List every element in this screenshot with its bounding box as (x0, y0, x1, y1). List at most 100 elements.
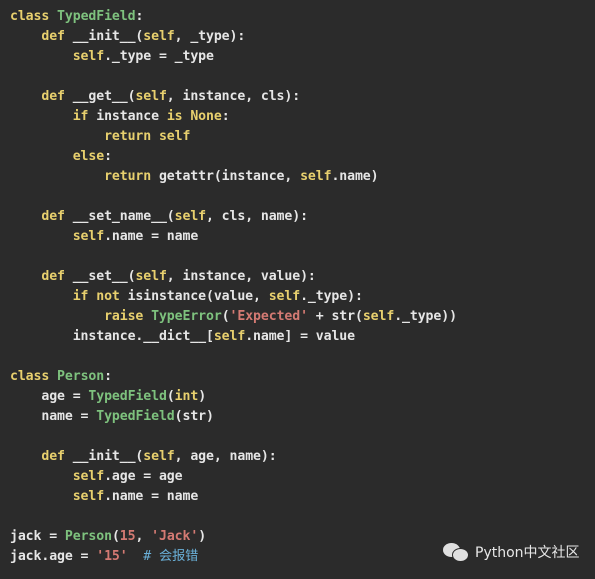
code-token: ) (198, 389, 207, 404)
code-token: : (104, 149, 112, 164)
code-token: , _type): (174, 29, 246, 44)
code-token: self (268, 289, 301, 304)
code-token: else (10, 149, 105, 164)
code-token: Person (57, 369, 105, 384)
code-token: class (10, 369, 58, 384)
code-line: self._type = _type (10, 47, 457, 67)
code-token: : (135, 9, 144, 24)
code-token: , instance, value): (166, 269, 316, 284)
code-token: self (72, 469, 105, 484)
code-line: jack = Person(15, 'Jack') (10, 527, 457, 547)
code-token: self (135, 269, 167, 284)
code-token: int (174, 389, 199, 404)
code-line: return self (10, 127, 457, 147)
code-token: .age = age (104, 469, 183, 484)
code-token: , (135, 529, 152, 544)
code-line: name = TypedField(str) (10, 407, 457, 427)
code-token: self (72, 229, 105, 244)
code-token: self (135, 89, 167, 104)
code-line: jack.age = '15' # 会报错 (10, 547, 457, 567)
code-token: instance (96, 109, 167, 124)
wechat-icon (443, 542, 469, 562)
code-token: .name) (331, 169, 379, 184)
code-line: raise TypeError('Expected' + str(self._t… (10, 307, 457, 327)
code-token: instance.__dict__[ (10, 329, 214, 344)
code-token: __init__( (72, 29, 144, 44)
code-token: self (72, 49, 105, 64)
code-token: __set_name__( (72, 209, 175, 224)
code-token: isinstance(value, (127, 289, 269, 304)
code-line: else: (10, 147, 457, 167)
code-line: self.name = name (10, 227, 457, 247)
code-token: __set__( (72, 269, 136, 284)
code-token: def (10, 89, 73, 104)
code-token: ._type): (300, 289, 363, 304)
code-line: self.name = name (10, 487, 457, 507)
code-line: age = TypedField(int) (10, 387, 457, 407)
code-token: return self (10, 129, 191, 144)
code-token: def (10, 29, 73, 44)
code-token: self (213, 329, 246, 344)
code-line: def __init__(self, _type): (10, 27, 457, 47)
code-token: ._type = _type (104, 49, 214, 64)
code-token: + str( (307, 309, 363, 324)
code-token: TypeError (151, 309, 222, 324)
code-token: name = (10, 409, 97, 424)
code-token: jack = (10, 529, 65, 544)
code-token: if (10, 109, 97, 124)
code-line: instance.__dict__[self.name] = value (10, 327, 457, 347)
code-token: raise (10, 309, 152, 324)
code-token: ) (198, 529, 207, 544)
code-line: def __get__(self, instance, cls): (10, 87, 457, 107)
code-line: class Person: (10, 367, 457, 387)
code-line: class TypedField: (10, 7, 457, 27)
code-token: .name = name (104, 229, 199, 244)
code-token: TypedField (96, 409, 175, 424)
code-token: self (300, 169, 332, 184)
code-token: : (104, 369, 112, 384)
code-token: .name] = value (245, 329, 355, 344)
code-token: if not (10, 289, 128, 304)
code-token: def (10, 449, 73, 464)
code-token: ( (111, 529, 120, 544)
code-token: def (10, 269, 73, 284)
code-token: .name = name (104, 489, 199, 504)
code-token: , age, name): (174, 449, 277, 464)
code-token: self (362, 309, 395, 324)
code-token: getattr(instance, (158, 169, 301, 184)
code-token: Person (64, 529, 112, 544)
code-line: def __init__(self, age, name): (10, 447, 457, 467)
code-token: : (221, 109, 230, 124)
code-token: ( (166, 389, 175, 404)
code-token: ( (221, 309, 230, 324)
code-line: def __set_name__(self, cls, name): (10, 207, 457, 227)
watermark-text: Python中文社区 (475, 545, 580, 561)
code-line: def __set__(self, instance, value): (10, 267, 457, 287)
code-token: self (143, 29, 175, 44)
code-block: class TypedField: def __init__(self, _ty… (10, 7, 457, 567)
code-token: (str) (174, 409, 214, 424)
code-line: return getattr(instance, self.name) (10, 167, 457, 187)
code-token: TypedField (57, 9, 136, 24)
code-token: __get__( (72, 89, 136, 104)
code-token: 'Jack' (151, 529, 199, 544)
code-token: self (174, 209, 206, 224)
code-token: '15' (96, 549, 128, 564)
code-token: # 会报错 (143, 549, 199, 564)
code-token: self (72, 489, 105, 504)
code-token: jack.age = (10, 549, 97, 564)
code-token: 'Expected' (229, 309, 309, 324)
code-token: , cls, name): (206, 209, 308, 224)
code-token: 15 (119, 529, 136, 544)
code-token: , instance, cls): (166, 89, 301, 104)
code-token: return (10, 169, 159, 184)
code-token: self (143, 449, 175, 464)
